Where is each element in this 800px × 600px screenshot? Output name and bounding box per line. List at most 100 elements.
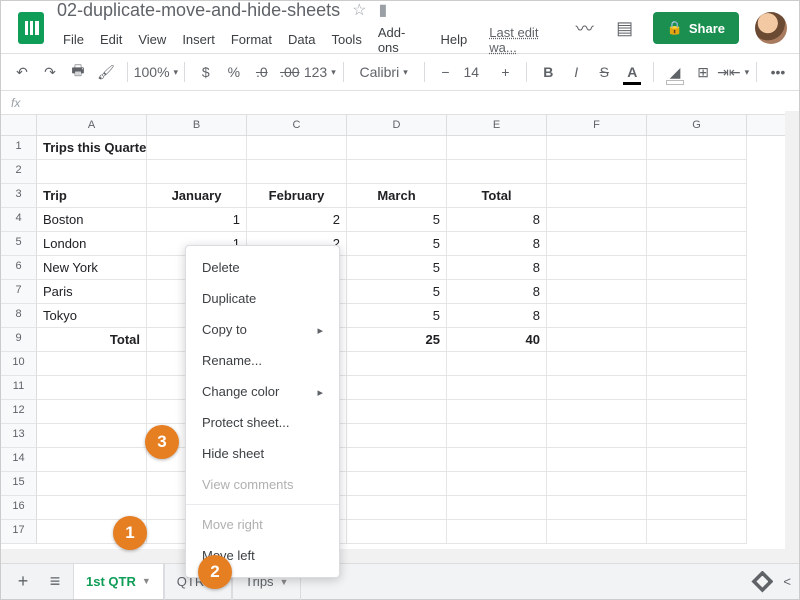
cell[interactable] <box>647 160 747 184</box>
cell[interactable] <box>647 520 747 544</box>
row-header-13[interactable]: 13 <box>1 424 37 448</box>
star-icon[interactable]: ☆ <box>352 0 366 20</box>
cell[interactable] <box>547 520 647 544</box>
cell[interactable] <box>447 352 547 376</box>
cell[interactable] <box>647 256 747 280</box>
font-size-inc[interactable]: + <box>494 61 516 83</box>
menu-item-rename-[interactable]: Rename... <box>186 345 339 376</box>
col-D[interactable]: D <box>347 115 447 135</box>
zoom-select[interactable]: 100% <box>138 61 174 83</box>
fill-color-button[interactable]: ◢ <box>664 61 686 83</box>
side-panel-toggle[interactable]: < <box>783 574 791 589</box>
strike-button[interactable]: S <box>593 61 615 83</box>
cell[interactable] <box>647 496 747 520</box>
cell[interactable] <box>547 352 647 376</box>
cell[interactable] <box>247 136 347 160</box>
cell[interactable] <box>447 520 547 544</box>
undo-icon[interactable]: ↶ <box>11 61 33 83</box>
cell[interactable] <box>447 160 547 184</box>
sheet-tab-dropdown-icon[interactable]: ▼ <box>142 576 151 586</box>
cell[interactable] <box>547 376 647 400</box>
cell[interactable] <box>347 472 447 496</box>
cell[interactable]: 40 <box>447 328 547 352</box>
cell[interactable] <box>547 328 647 352</box>
menu-file[interactable]: File <box>57 30 90 49</box>
cell[interactable] <box>547 160 647 184</box>
cell[interactable] <box>347 448 447 472</box>
vertical-scrollbar[interactable] <box>785 111 799 563</box>
cell[interactable] <box>547 184 647 208</box>
cell[interactable]: Trips this Quarter <box>37 136 147 160</box>
menu-format[interactable]: Format <box>225 30 278 49</box>
cell[interactable] <box>647 472 747 496</box>
avatar[interactable] <box>755 12 787 44</box>
cell[interactable]: 8 <box>447 208 547 232</box>
number-format[interactable]: 123 <box>307 61 333 83</box>
cell[interactable] <box>37 160 147 184</box>
row-header-1[interactable]: 1 <box>1 136 37 160</box>
menu-help[interactable]: Help <box>435 30 474 49</box>
cell[interactable] <box>447 400 547 424</box>
cell[interactable] <box>647 424 747 448</box>
menu-item-protect-sheet-[interactable]: Protect sheet... <box>186 407 339 438</box>
cell[interactable] <box>647 448 747 472</box>
font-size[interactable]: 14 <box>462 61 488 83</box>
cell[interactable]: Total <box>447 184 547 208</box>
menu-addons[interactable]: Add-ons <box>372 23 431 57</box>
row-header-4[interactable]: 4 <box>1 208 37 232</box>
add-sheet-button[interactable]: + <box>9 568 37 596</box>
cell[interactable] <box>347 424 447 448</box>
menu-item-hide-sheet[interactable]: Hide sheet <box>186 438 339 469</box>
comments-icon[interactable]: ▤ <box>613 16 637 40</box>
cell[interactable] <box>547 400 647 424</box>
cell[interactable] <box>547 232 647 256</box>
borders-button[interactable]: ⊞ <box>692 61 714 83</box>
cell[interactable] <box>37 400 147 424</box>
print-icon[interactable]: 🖶 <box>67 61 89 83</box>
row-header-9[interactable]: 9 <box>1 328 37 352</box>
cell[interactable] <box>37 352 147 376</box>
row-header-12[interactable]: 12 <box>1 400 37 424</box>
row-header-10[interactable]: 10 <box>1 352 37 376</box>
cell[interactable]: 5 <box>347 280 447 304</box>
cell[interactable]: 25 <box>347 328 447 352</box>
cell[interactable] <box>647 376 747 400</box>
menu-item-change-color[interactable]: Change color <box>186 376 339 407</box>
cell[interactable] <box>547 304 647 328</box>
col-G[interactable]: G <box>647 115 747 135</box>
cell[interactable] <box>547 424 647 448</box>
cell[interactable]: Boston <box>37 208 147 232</box>
spreadsheet-grid[interactable]: A B C D E F G 1Trips this Quarter23TripJ… <box>1 115 799 544</box>
cell[interactable] <box>547 136 647 160</box>
cell[interactable] <box>347 376 447 400</box>
last-edit-link[interactable]: Last edit wa... <box>483 23 572 57</box>
row-header-6[interactable]: 6 <box>1 256 37 280</box>
cell[interactable] <box>547 208 647 232</box>
row-header-2[interactable]: 2 <box>1 160 37 184</box>
cell[interactable]: 8 <box>447 232 547 256</box>
cell[interactable] <box>447 448 547 472</box>
row-header-11[interactable]: 11 <box>1 376 37 400</box>
select-all-corner[interactable] <box>1 115 37 135</box>
row-header-7[interactable]: 7 <box>1 280 37 304</box>
cell[interactable] <box>37 424 147 448</box>
cell[interactable]: February <box>247 184 347 208</box>
text-color-button[interactable]: A <box>621 61 643 83</box>
cell[interactable] <box>647 232 747 256</box>
horizontal-scrollbar[interactable] <box>1 549 785 563</box>
row-header-8[interactable]: 8 <box>1 304 37 328</box>
all-sheets-button[interactable]: ≡ <box>41 568 69 596</box>
cell[interactable]: January <box>147 184 247 208</box>
cell[interactable] <box>447 136 547 160</box>
cell[interactable] <box>347 496 447 520</box>
col-B[interactable]: B <box>147 115 247 135</box>
format-percent[interactable]: % <box>223 61 245 83</box>
cell[interactable] <box>547 256 647 280</box>
cell[interactable]: Total <box>37 328 147 352</box>
cell[interactable]: 1 <box>147 208 247 232</box>
menu-item-duplicate[interactable]: Duplicate <box>186 283 339 314</box>
cell[interactable]: 8 <box>447 280 547 304</box>
cell[interactable]: 5 <box>347 256 447 280</box>
cell[interactable] <box>147 160 247 184</box>
cell[interactable] <box>447 424 547 448</box>
